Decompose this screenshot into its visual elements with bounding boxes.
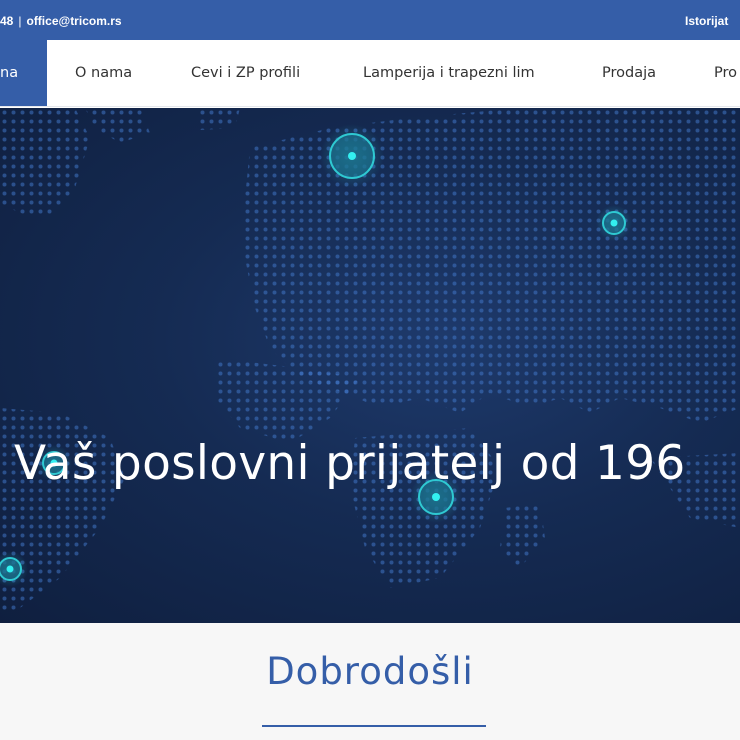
history-link[interactable]: Istorijat <box>685 14 728 28</box>
location-pin-icon <box>320 124 384 188</box>
contact-separator: | <box>18 14 22 28</box>
nav-item-home[interactable]: na <box>0 40 47 106</box>
location-pin-icon <box>596 205 632 241</box>
nav-item-products[interactable]: Pro <box>714 40 737 106</box>
continents <box>0 108 740 613</box>
welcome-title: Dobrodošli <box>266 650 474 693</box>
top-contact-bar: 48 | office@tricom.rs Istorijat <box>0 0 740 40</box>
nav-item-pipes-profiles[interactable]: Cevi i ZP profili <box>191 40 300 106</box>
email-link[interactable]: office@tricom.rs <box>26 14 121 28</box>
main-navigation: na O nama Cevi i ZP profili Lamperija i … <box>0 40 740 107</box>
nav-item-about[interactable]: O nama <box>75 40 132 106</box>
contact-info: 48 | office@tricom.rs <box>0 14 122 28</box>
nav-item-paneling-sheet[interactable]: Lamperija i trapezni lim <box>363 40 535 106</box>
nav-item-label: na <box>0 65 19 81</box>
welcome-section: Dobrodošli <box>0 623 740 740</box>
world-map-dots <box>0 108 740 613</box>
phone-number[interactable]: 48 <box>0 14 13 28</box>
hero-title: Vaš poslovni prijatelj od 196 <box>14 436 686 491</box>
nav-item-sales[interactable]: Prodaja <box>602 40 656 106</box>
title-underline-divider <box>262 725 486 727</box>
hero-banner: Vaš poslovni prijatelj od 196 <box>0 108 740 623</box>
